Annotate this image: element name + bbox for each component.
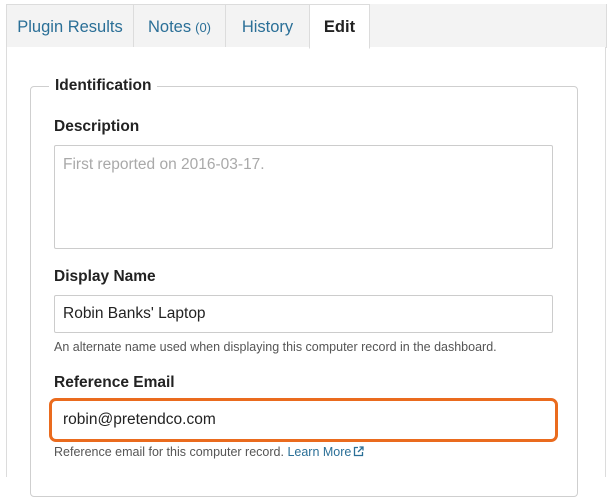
tab-label: Notes bbox=[148, 18, 192, 36]
learn-more-label: Learn More bbox=[287, 445, 352, 459]
tab-bar: Plugin Results Notes (0) History Edit bbox=[0, 0, 607, 49]
display-name-help: An alternate name used when displaying t… bbox=[54, 340, 497, 354]
tab-bar-filler bbox=[369, 4, 607, 48]
reference-email-help: Reference email for this computer record… bbox=[54, 445, 365, 460]
tab-label: Plugin Results bbox=[17, 18, 123, 36]
tab-notes[interactable]: Notes (0) bbox=[133, 4, 226, 48]
reference-email-field[interactable] bbox=[49, 398, 558, 442]
learn-more-link[interactable]: Learn More bbox=[287, 445, 365, 460]
tab-label: History bbox=[241, 18, 294, 36]
display-name-field[interactable] bbox=[54, 295, 553, 333]
external-link-icon bbox=[353, 446, 365, 460]
description-label: Description bbox=[54, 118, 140, 135]
reference-email-label: Reference Email bbox=[54, 374, 175, 391]
display-name-label: Display Name bbox=[54, 268, 156, 285]
tab-edit[interactable]: Edit bbox=[309, 4, 370, 49]
reference-email-help-text: Reference email for this computer record… bbox=[54, 445, 284, 459]
notes-count-badge: (0) bbox=[195, 20, 211, 35]
identification-legend: Identification bbox=[55, 77, 152, 94]
tab-plugin-results[interactable]: Plugin Results bbox=[6, 4, 134, 48]
tab-history[interactable]: History bbox=[225, 4, 310, 48]
description-textarea[interactable] bbox=[54, 145, 553, 249]
tab-label: Edit bbox=[323, 18, 356, 36]
